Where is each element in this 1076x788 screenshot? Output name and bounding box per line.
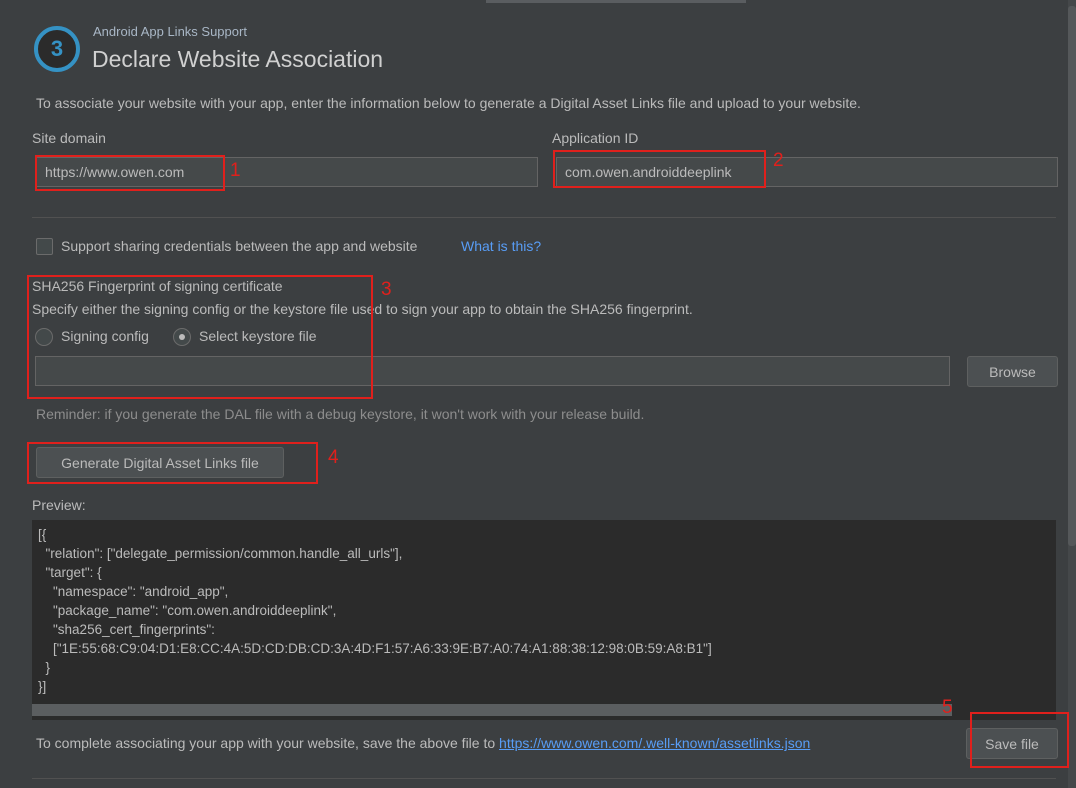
annotation-box-3 [27,275,373,399]
footer-instruction: To complete associating your app with yo… [36,735,810,751]
what-is-this-link[interactable]: What is this? [461,238,541,254]
footer-text: To complete associating your app with yo… [36,735,500,751]
assetlinks-url-link[interactable]: https://www.owen.com/.well-known/assetli… [499,735,810,751]
preview-line: [{ [38,527,47,542]
annotation-number-1: 1 [230,160,241,181]
annotation-number-5: 5 [942,697,953,718]
vertical-scrollbar-thumb[interactable] [1068,6,1076,546]
step-number-badge: 3 [34,26,80,72]
divider [32,217,1056,218]
share-credentials-label: Support sharing credentials between the … [61,238,418,254]
annotation-number-3: 3 [381,279,392,300]
application-id-label: Application ID [552,130,639,146]
annotation-box-1 [35,155,225,191]
top-window-edge [486,0,746,3]
preview-line: }] [38,679,47,694]
annotation-number-4: 4 [328,447,339,468]
preview-label: Preview: [32,497,86,513]
reminder-text: Reminder: if you generate the DAL file w… [36,406,645,422]
step-number: 3 [50,36,64,61]
page-title: Declare Website Association [92,46,384,72]
preview-code-area[interactable]: [{ "relation": ["delegate_permission/com… [32,520,1056,720]
annotation-box-5 [970,712,1069,768]
preview-line: "target": { [38,565,102,580]
browse-button-label: Browse [989,363,1036,380]
annotation-box-2 [553,150,766,188]
preview-line: "sha256_cert_fingerprints": [38,622,215,637]
annotation-box-4 [27,442,318,484]
preview-line: } [38,660,51,675]
browse-button[interactable]: Browse [967,356,1058,387]
divider [32,778,1056,779]
preview-line: "namespace": "android_app", [38,584,229,599]
preview-line: "package_name": "com.owen.androiddeeplin… [38,603,337,618]
share-credentials-checkbox[interactable] [36,238,53,255]
intro-text: To associate your website with your app,… [36,95,861,111]
site-domain-label: Site domain [32,130,106,146]
preview-line: ["1E:55:68:C9:04:D1:E8:CC:4A:5D:CD:DB:CD… [38,641,712,656]
wizard-supertitle: Android App Links Support [93,24,247,39]
preview-line: "relation": ["delegate_permission/common… [38,546,403,561]
annotation-number-2: 2 [773,150,784,171]
preview-horizontal-scrollbar[interactable] [32,704,952,716]
